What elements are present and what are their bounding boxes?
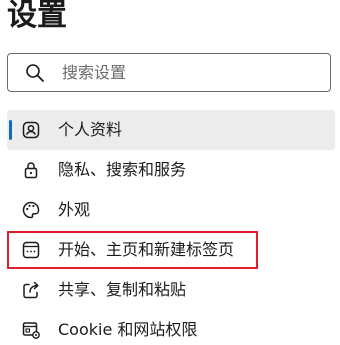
sidebar-item-appearance[interactable]: 外观 (7, 190, 335, 230)
profile-icon (22, 121, 40, 139)
sidebar-item-privacy[interactable]: 隐私、搜索和服务 (7, 150, 335, 190)
sidebar-item-label: 外观 (58, 200, 91, 219)
lock-icon (24, 162, 38, 179)
page-title: 设置 (7, 0, 67, 33)
search-input[interactable] (62, 58, 317, 86)
sidebar-item-profile[interactable]: 个人资料 (7, 110, 335, 150)
palette-icon (22, 201, 40, 219)
share-icon (23, 281, 39, 299)
sidebar-item-label: 个人资料 (58, 120, 123, 139)
sidebar-item-label: Cookie 和网站权限 (58, 320, 198, 339)
start-page-icon (22, 241, 40, 259)
sidebar-item-share-copy-paste[interactable]: 共享、复制和粘贴 (7, 270, 335, 310)
search-box[interactable] (7, 53, 331, 92)
sidebar-item-label: 共享、复制和粘贴 (58, 280, 187, 299)
selected-indicator (9, 120, 12, 140)
site-permissions-icon (22, 322, 40, 339)
sidebar-item-start-home-newtab[interactable]: 开始、主页和新建标签页 (7, 230, 335, 270)
sidebar-item-label: 隐私、搜索和服务 (58, 160, 187, 179)
sidebar-item-label: 开始、主页和新建标签页 (58, 240, 235, 259)
sidebar-item-cookies-permissions[interactable]: Cookie 和网站权限 (7, 310, 335, 345)
settings-page: 设置 个人资料 隐私、搜索和服务 (0, 0, 340, 345)
search-icon (26, 64, 44, 82)
